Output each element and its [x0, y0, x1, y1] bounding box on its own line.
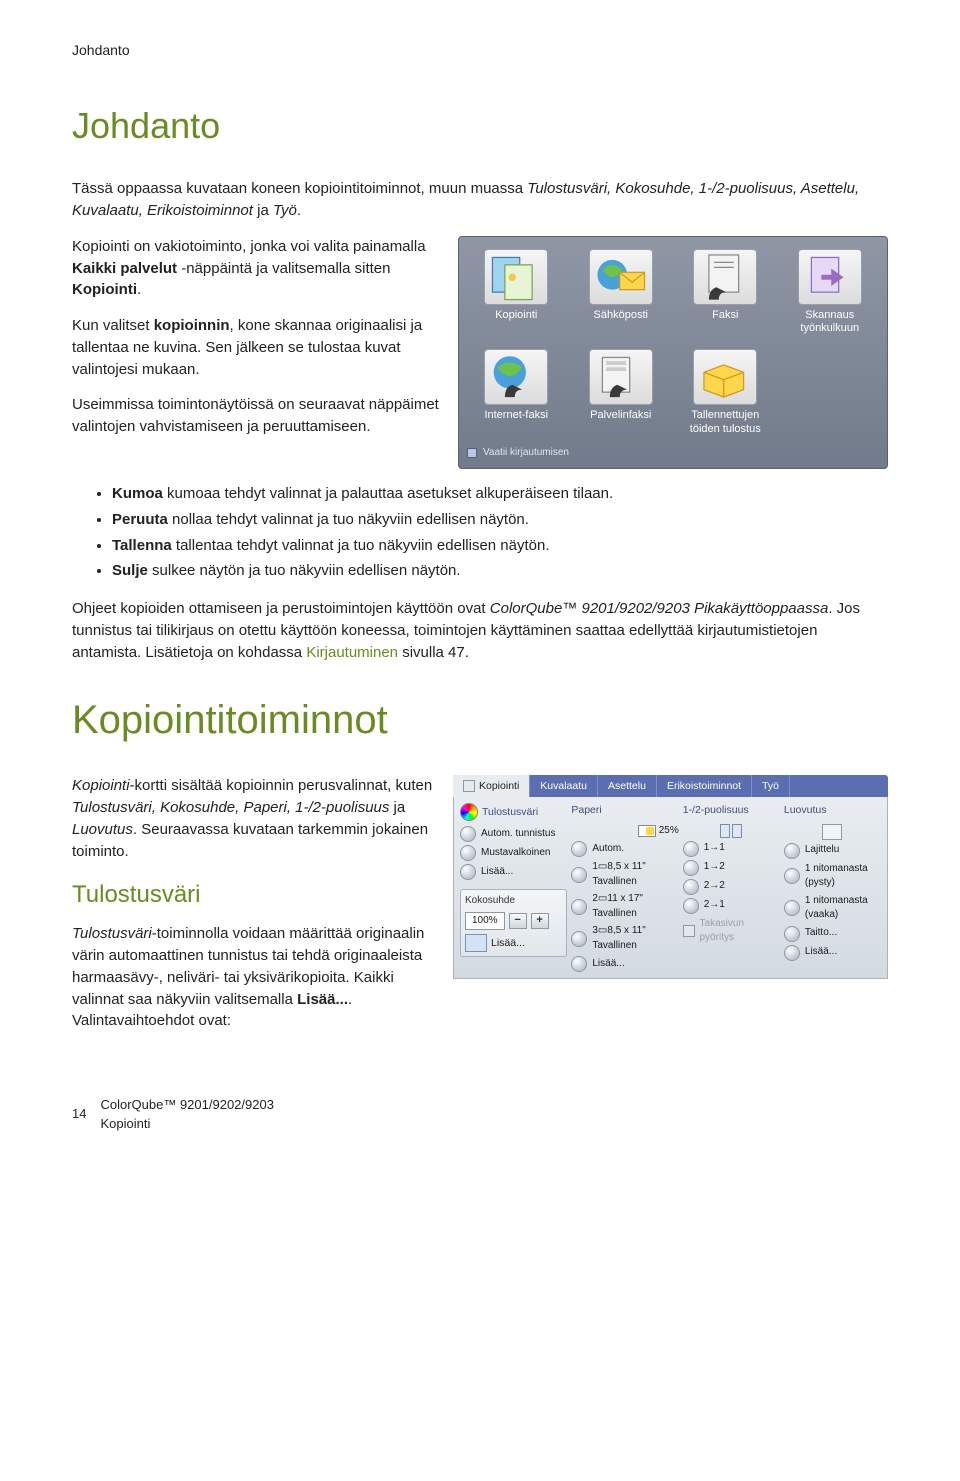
opt-output-more[interactable]: Lisää...	[784, 945, 881, 961]
opt-backrotate: Takasivun pyöritys	[683, 917, 780, 946]
opt-2-2[interactable]: 2→2	[683, 879, 780, 895]
login-link[interactable]: Kirjautuminen	[306, 644, 398, 661]
para-scan: Kun valitset kopioinnin, kone skannaa or…	[72, 315, 440, 380]
heading-johdanto: Johdanto	[72, 100, 888, 152]
para-buttons-intro: Useimmissa toimintonäytöissä on seuraava…	[72, 394, 440, 438]
preview-thumbnail-icon	[465, 934, 487, 952]
kortti-paragraph: Kopiointi-kortti sisältää kopioinnin per…	[72, 775, 435, 862]
login-required-label: Vaatii kirjautumisen	[483, 446, 569, 461]
print-icon	[693, 349, 757, 405]
zoom-plus-button[interactable]: +	[531, 913, 549, 929]
copy-icon	[484, 249, 548, 305]
bullet-item: Tallenna tallentaa tehdyt valinnat ja tu…	[112, 535, 888, 557]
tab-asettelu[interactable]: Asettelu	[598, 775, 657, 797]
login-required-icon	[467, 448, 477, 458]
tab-erikoistoiminnot[interactable]: Erikoistoiminnot	[657, 775, 752, 797]
col-luovutus: Luovutus Lajittelu 1 nitomanasta (pysty)…	[784, 803, 881, 972]
tulostus-paragraph: Tulostusväri-toiminnolla voidaan määritt…	[72, 923, 435, 1032]
service-label: Faksi	[678, 309, 773, 322]
services-panel-screenshot: Kopiointi Sähköposti Faksi Skannaus työnkul…	[458, 236, 888, 469]
duplex-preview	[683, 824, 780, 838]
col-puolisuus: 1-/2-puolisuus 1→1 1→2 2→2 2→1 Takasivun…	[683, 803, 780, 972]
para-how-start: Kopiointi on vakiotoiminto, jonka voi va…	[72, 236, 440, 301]
bullet-item: Kumoa kumoaa tehdyt valinnat ja palautta…	[112, 483, 888, 505]
scan-icon	[798, 249, 862, 305]
heading-tulostusvari: Tulostusväri	[72, 878, 435, 913]
zoom-minus-button[interactable]: −	[509, 913, 527, 929]
fax-icon	[693, 249, 757, 305]
opt-taitto[interactable]: Taitto...	[784, 926, 881, 942]
copy-settings-panel-screenshot: KopiointiKuvalaatuAsetteluErikoistoiminn…	[453, 775, 888, 979]
zoom-more-button[interactable]: Lisää...	[491, 936, 525, 951]
opt-paper-1[interactable]: 1▭8,5 x 11" Tavallinen	[571, 860, 678, 889]
opt-paper-more[interactable]: Lisää...	[571, 956, 678, 972]
service-label: Kopiointi	[469, 309, 564, 322]
zoom-value: 100%	[465, 912, 505, 931]
heading-kopiointitoiminnot: Kopiointitoiminnot	[72, 691, 888, 749]
service-label: Sähköposti	[574, 309, 669, 322]
tab-kopiointi[interactable]: Kopiointi	[453, 775, 530, 797]
opt-1-1[interactable]: 1→1	[683, 841, 780, 857]
service-copy[interactable]: Kopiointi	[467, 245, 566, 339]
action-buttons-list: Kumoa kumoaa tehdyt valinnat ja palautta…	[72, 483, 888, 582]
tab-kuvalaatu[interactable]: Kuvalaatu	[530, 775, 598, 797]
opt-paper-autom[interactable]: Autom.	[571, 841, 678, 857]
opt-paper-3[interactable]: 3▭8,5 x 11" Tavallinen	[571, 924, 678, 953]
kokosuhde-box: Kokosuhde 100% − + Lisää...	[460, 889, 567, 957]
opt-paper-2[interactable]: 2▭11 x 17" Tavallinen	[571, 892, 678, 921]
bullet-item: Sulje sulkee näytön ja tuo näkyviin edel…	[112, 560, 888, 582]
footer-sub: Kopiointi	[100, 1115, 273, 1134]
intro-paragraph: Tässä oppaassa kuvataan koneen kopiointi…	[72, 178, 888, 222]
opt-staple-landscape[interactable]: 1 nitomanasta (vaaka)	[784, 894, 881, 923]
output-preview	[784, 824, 881, 840]
opt-staple-portrait[interactable]: 1 nitomanasta (pysty)	[784, 862, 881, 891]
page-number: 14	[72, 1105, 86, 1124]
color-wheel-icon	[460, 803, 478, 821]
service-print[interactable]: Tallennettujen töiden tulostus	[676, 345, 775, 439]
col-paperi: Paperi 25% Autom. 1▭8,5 x 11" Tavallinen…	[571, 803, 678, 972]
mail-icon	[589, 249, 653, 305]
service-fax[interactable]: Faksi	[676, 245, 775, 339]
service-mail[interactable]: Sähköposti	[572, 245, 671, 339]
opt-lisaa-color[interactable]: Lisää...	[460, 864, 567, 880]
ifax-icon	[484, 349, 548, 405]
service-sfax[interactable]: Palvelinfaksi	[572, 345, 671, 439]
opt-mustavalkoinen[interactable]: Mustavalkoinen	[460, 845, 567, 861]
bullet-item: Peruuta nollaa tehdyt valinnat ja tuo nä…	[112, 509, 888, 531]
tab-työ[interactable]: Työ	[752, 775, 790, 797]
opt-autom-tunnistus[interactable]: Autom. tunnistus	[460, 826, 567, 842]
guide-paragraph: Ohjeet kopioiden ottamiseen ja perustoim…	[72, 598, 888, 663]
copy-tab-icon	[463, 780, 475, 792]
footer-model: ColorQube™ 9201/9202/9203	[100, 1096, 273, 1115]
service-scan[interactable]: Skannaus työnkulkuun	[781, 245, 880, 339]
service-label: Palvelinfaksi	[574, 409, 669, 422]
sfax-icon	[589, 349, 653, 405]
running-header: Johdanto	[72, 40, 888, 60]
service-label: Internet-faksi	[469, 409, 564, 422]
service-ifax[interactable]: Internet-faksi	[467, 345, 566, 439]
opt-2-1[interactable]: 2→1	[683, 898, 780, 914]
output-icon	[822, 824, 842, 840]
opt-lajittelu[interactable]: Lajittelu	[784, 843, 881, 859]
opt-1-2[interactable]: 1→2	[683, 860, 780, 876]
paper-preview: 25%	[571, 824, 678, 839]
page-footer: 14 ColorQube™ 9201/9202/9203 Kopiointi	[72, 1096, 888, 1134]
service-label: Tallennettujen töiden tulostus	[678, 409, 773, 435]
service-label: Skannaus työnkulkuun	[783, 309, 878, 335]
col-tulostusvari: Tulostusväri Autom. tunnistus Mustavalko…	[460, 803, 567, 972]
tray-icon	[638, 825, 656, 837]
